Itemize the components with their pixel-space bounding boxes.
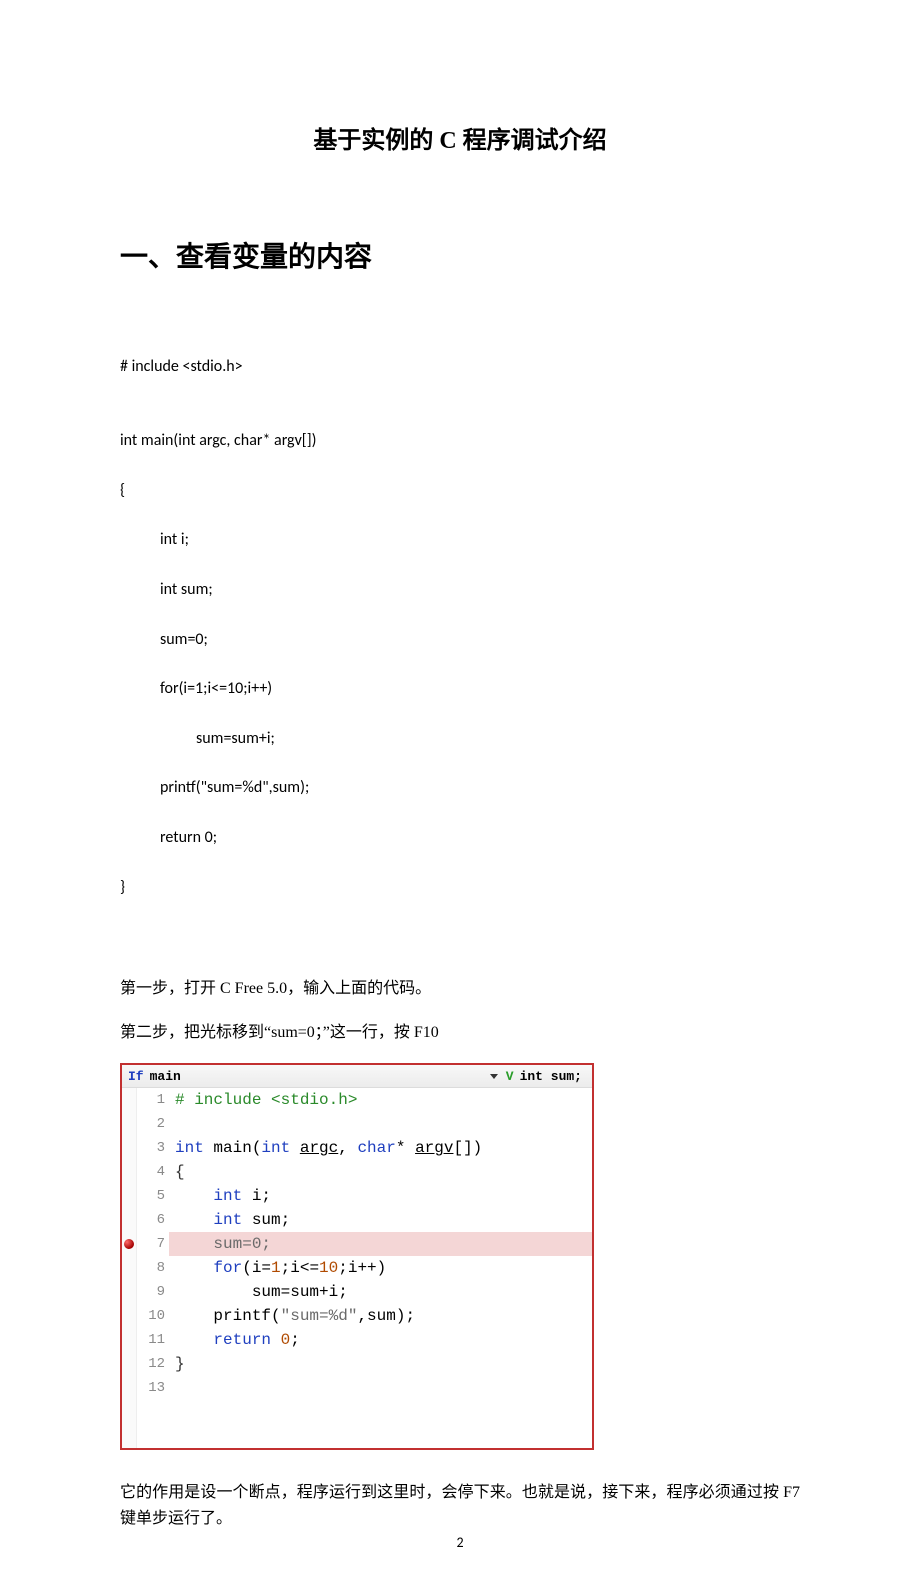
code-line: sum=sum+i; (120, 727, 800, 752)
variable-icon: V (506, 1069, 514, 1084)
breakpoint-slot[interactable] (122, 1160, 136, 1184)
breakpoint-slot[interactable] (122, 1304, 136, 1328)
line-number: 7 (137, 1232, 165, 1256)
editor-line[interactable]: return 0; (169, 1328, 592, 1352)
variable-selector[interactable]: V int sum; (506, 1069, 592, 1084)
line-number: 12 (137, 1352, 165, 1376)
editor-line[interactable]: sum=sum+i; (169, 1280, 592, 1304)
line-number: 5 (137, 1184, 165, 1208)
code-line: # include <stdio.h> (120, 355, 800, 380)
breakpoint-slot[interactable] (122, 1112, 136, 1136)
line-number: 6 (137, 1208, 165, 1232)
line-number: 10 (137, 1304, 165, 1328)
breakpoint-gutter[interactable] (122, 1088, 137, 1448)
code-line: sum=0; (120, 628, 800, 653)
explanation-paragraph: 它的作用是设一个断点，程序运行到这里时，会停下来。也就是说，接下来，程序必须通过… (120, 1480, 800, 1531)
code-line: return 0; (120, 826, 800, 851)
section-heading-1: 一、查看变量的内容 (120, 235, 800, 275)
code-line: { (120, 479, 800, 504)
editor-line[interactable]: int i; (169, 1184, 592, 1208)
code-line: } (120, 876, 800, 901)
line-number (137, 1400, 165, 1424)
editor-line[interactable]: { (169, 1160, 592, 1184)
editor-screenshot: If main V int sum; 12345678910111213 # i… (120, 1063, 594, 1450)
line-number (137, 1424, 165, 1448)
document-page: 基于实例的 C 程序调试介绍 一、查看变量的内容 # include <stdi… (0, 0, 920, 1581)
editor-line[interactable]: printf("sum=%d",sum); (169, 1304, 592, 1328)
code-line: int i; (120, 528, 800, 553)
editor-line[interactable] (169, 1112, 592, 1136)
editor-topbar: If main V int sum; (122, 1065, 592, 1088)
code-area[interactable]: # include <stdio.h> int main(int argc, ch… (169, 1088, 592, 1448)
line-number: 3 (137, 1136, 165, 1160)
variable-name: int sum; (520, 1069, 582, 1084)
editor-line[interactable] (169, 1424, 592, 1448)
editor-line[interactable]: int sum; (169, 1208, 592, 1232)
editor-body: 12345678910111213 # include <stdio.h>int… (122, 1088, 592, 1448)
step-2: 第二步，把光标移到“sum=0；”这一行，按 F10 (120, 1020, 800, 1046)
breakpoint-slot[interactable] (122, 1232, 136, 1256)
breakpoint-icon[interactable] (124, 1239, 134, 1249)
function-selector[interactable]: If main (122, 1069, 482, 1084)
editor-line[interactable]: for(i=1;i<=10;i++) (169, 1256, 592, 1280)
breakpoint-slot[interactable] (122, 1424, 136, 1448)
breakpoint-slot[interactable] (122, 1328, 136, 1352)
line-number-gutter: 12345678910111213 (137, 1088, 169, 1448)
breakpoint-slot[interactable] (122, 1184, 136, 1208)
breakpoint-slot[interactable] (122, 1280, 136, 1304)
editor-line[interactable]: # include <stdio.h> (169, 1088, 592, 1112)
step-1: 第一步，打开 C Free 5.0，输入上面的代码。 (120, 976, 800, 1002)
breakpoint-slot[interactable] (122, 1400, 136, 1424)
line-number: 9 (137, 1280, 165, 1304)
page-number: 2 (0, 1534, 920, 1551)
function-name: main (150, 1069, 181, 1084)
if-keyword-icon: If (128, 1069, 144, 1084)
code-line: for(i=1;i<=10;i++) (120, 677, 800, 702)
line-number: 11 (137, 1328, 165, 1352)
code-line: int sum; (120, 578, 800, 603)
editor-line[interactable] (169, 1376, 592, 1400)
breakpoint-slot[interactable] (122, 1376, 136, 1400)
code-line: int main(int argc, char* argv[]) (120, 429, 800, 454)
breakpoint-slot[interactable] (122, 1352, 136, 1376)
breakpoint-slot[interactable] (122, 1256, 136, 1280)
breakpoint-slot[interactable] (122, 1136, 136, 1160)
editor-line[interactable]: int main(int argc, char* argv[]) (169, 1136, 592, 1160)
chevron-down-icon[interactable] (490, 1074, 498, 1079)
breakpoint-slot[interactable] (122, 1088, 136, 1112)
code-line: printf("sum=%d",sum); (120, 776, 800, 801)
breakpoint-slot[interactable] (122, 1208, 136, 1232)
editor-line[interactable] (169, 1400, 592, 1424)
editor-line[interactable]: sum=0; (169, 1232, 592, 1256)
editor-line[interactable]: } (169, 1352, 592, 1376)
line-number: 8 (137, 1256, 165, 1280)
doc-title: 基于实例的 C 程序调试介绍 (120, 120, 800, 155)
line-number: 1 (137, 1088, 165, 1112)
line-number: 2 (137, 1112, 165, 1136)
line-number: 13 (137, 1376, 165, 1400)
line-number: 4 (137, 1160, 165, 1184)
plain-code-block: # include <stdio.h> int main(int argc, c… (120, 330, 800, 950)
